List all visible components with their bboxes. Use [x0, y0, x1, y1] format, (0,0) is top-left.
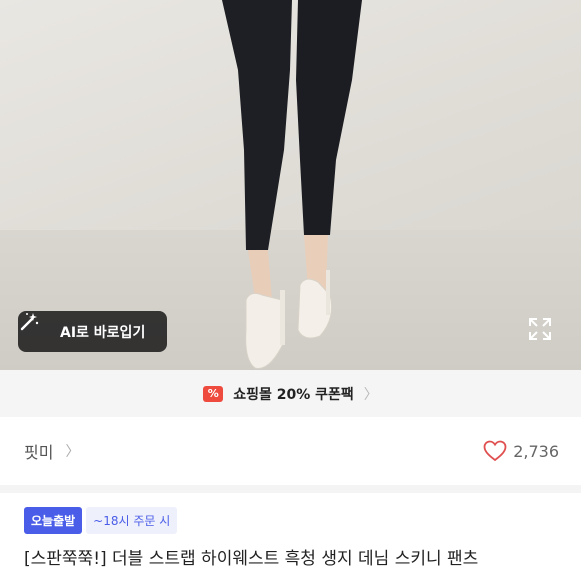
coupon-icon: % — [203, 385, 224, 402]
coupon-label: 쇼핑몰 20% 쿠폰팩 — [233, 386, 354, 403]
chevron-right-icon: 〉 — [65, 444, 80, 460]
like-count: 2,736 — [513, 441, 559, 461]
section-divider — [0, 485, 581, 493]
ai-try-on-label: AI로 바로입기 — [60, 324, 146, 341]
ai-try-on-button[interactable]: AI로 바로입기 — [18, 311, 167, 352]
product-title: [스판쭉쭉!] 더블 스트랩 하이웨스트 흑청 생지 데님 스키니 팬츠 — [24, 549, 479, 569]
coupon-banner[interactable]: % 쇼핑몰 20% 쿠폰팩 〉 — [0, 370, 581, 417]
shop-link[interactable]: 핏미 〉 — [24, 439, 79, 463]
order-time-badge: ~18시 주문 시 — [86, 507, 178, 534]
delivery-badge: 오늘출발 — [24, 507, 83, 534]
shop-row: 핏미 〉 2,736 — [0, 417, 581, 485]
expand-icon[interactable] — [527, 316, 553, 342]
like-button[interactable]: 2,736 — [483, 440, 559, 462]
heart-icon — [483, 440, 507, 462]
shop-name: 핏미 — [24, 443, 54, 462]
product-image[interactable]: AI로 바로입기 — [0, 0, 581, 370]
chevron-right-icon: 〉 — [363, 386, 378, 403]
delivery-badges: 오늘출발 ~18시 주문 시 — [24, 507, 178, 534]
magic-wand-icon — [20, 313, 52, 343]
